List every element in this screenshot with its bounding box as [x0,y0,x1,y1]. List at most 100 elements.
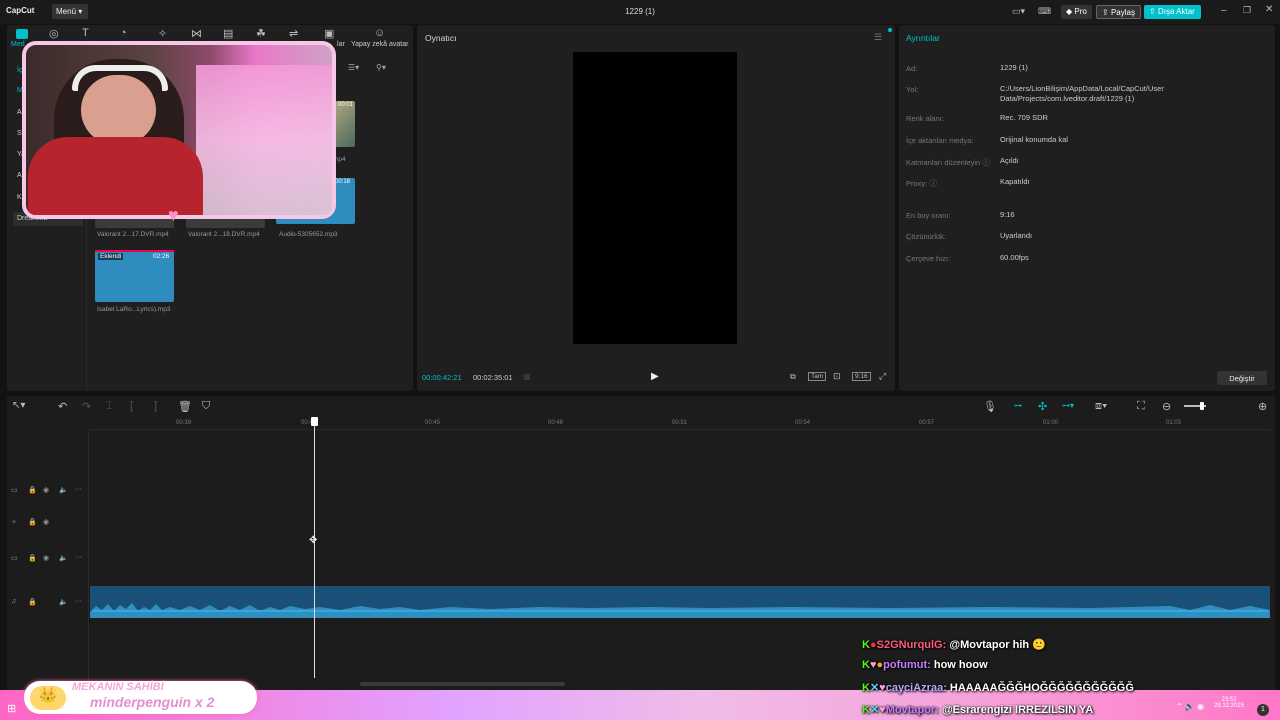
select-tool-icon[interactable]: ↖▾ [12,400,25,411]
fit-button[interactable]: Tam [808,372,827,381]
move-cursor-icon: ✥ [309,535,318,546]
details-title: Ayrıntılar [906,33,940,43]
playhead-handle[interactable] [311,417,318,426]
preview-axis-icon[interactable]: ⧈▾ [1095,400,1107,413]
templates-tab-icon[interactable]: ▣ [324,27,334,40]
lock-icon[interactable]: 🔒 [28,554,37,562]
audio-track-icon: ♫ [11,598,17,605]
record-audio-icon[interactable]: 🎙 [983,400,997,413]
volume-icon[interactable]: 🔈 [59,598,68,606]
detail-value-aspect-ratio: 9:16 [1000,210,1015,219]
timecode-icon[interactable]: ▦ [523,372,531,381]
detail-value-proxy: Kapatıldı [1000,177,1030,186]
marker-icon[interactable]: ⛉ [202,400,210,413]
windows-start-icon[interactable]: ⊞ [7,702,16,715]
modify-button[interactable]: Değiştir [1217,371,1267,385]
auto-snap-icon[interactable]: ✣ [1038,400,1047,413]
minimize-icon[interactable]: – [1221,5,1227,16]
effect-track-icon: ✧ [11,519,17,526]
media-duration-partial: 00:01 [338,102,354,108]
ruler-tick: 00:51 [672,420,688,426]
more-icon[interactable]: ··· [75,598,82,605]
adjust-tab-icon[interactable]: ⇌ [289,27,298,40]
kick-badge-icon: K [862,682,870,694]
ruler-tick: 00:57 [919,420,935,426]
filter-icon[interactable]: ⚲▾ [376,63,386,72]
crop-icon[interactable]: ⧉ [790,372,796,382]
track-header-divider [88,432,89,682]
media-duration: 02:26 [153,253,170,260]
volume-icon[interactable]: 🔈 [59,554,68,562]
main-track-magnet-icon[interactable]: ⊶ [1014,401,1022,410]
timeline-scrollbar[interactable] [360,682,565,686]
player-menu-icon[interactable]: ☰ [874,32,882,43]
play-button[interactable]: ▶ [651,371,659,382]
undo-icon[interactable]: ↶ [58,400,67,413]
detail-label-aspect-ratio: En boy oranı: [906,211,951,220]
notification-count[interactable]: 1 [1257,704,1269,716]
pro-button[interactable]: ◆ Pro [1061,5,1092,19]
delete-icon[interactable]: 🗑 [178,400,192,413]
media-name: Isabel LaRo...Lyrics).mp3 [97,306,171,313]
captions-tab-icon[interactable]: ▤ [223,27,233,40]
webcam-overlay [22,41,336,219]
eye-icon[interactable]: ◉ [43,554,49,562]
trim-left-icon[interactable]: [ [130,400,133,412]
banner-subtitle: minderpenguin x 2 [90,694,215,710]
share-button[interactable]: ⇪ Paylaş [1096,5,1141,19]
sort-icon[interactable]: ☰▾ [348,63,359,72]
more-icon[interactable]: ··· [75,486,82,493]
tray-icons[interactable]: ⌃ 🔈 ◉ [1176,702,1204,711]
title-bar: CapCut Menü ▾ 1229 (1) ▭▾ ⌨ ◆ Pro ⇪ Payl… [0,0,1280,24]
media-tab-icon[interactable] [16,29,28,39]
eye-icon[interactable]: ◉ [43,518,49,526]
kick-badge-icon: K [862,639,870,651]
detail-label-name: Ad: [906,64,918,73]
audio-volume-line[interactable] [92,610,1268,612]
video-track-icon: ▭ [11,555,18,562]
linkage-icon[interactable]: ⊶▾ [1062,401,1074,410]
chat-message: K✕♥Movtapor: @Esrarengizi IRREZILSIN YA [862,704,1094,716]
fit-timeline-icon[interactable]: ⛶ [1137,400,1145,413]
zoom-slider-handle[interactable] [1200,402,1204,410]
filters-tab-icon[interactable]: ☘ [256,27,266,40]
shortcut-icon[interactable]: ⌨ [1038,6,1051,17]
screenshot-icon[interactable]: ⊡ [833,371,841,382]
templates-tab-label: lar [337,41,345,48]
video-canvas[interactable] [573,52,737,344]
split-icon[interactable]: ⌶ [106,400,113,413]
audio-tab-icon[interactable]: ◎ [49,27,59,40]
volume-icon[interactable]: 🔈 [59,486,68,494]
more-icon[interactable]: ··· [75,554,82,561]
ai-avatar-icon[interactable]: ☺ [374,27,385,39]
zoom-in-icon[interactable]: ⊕ [1258,400,1267,413]
kick-badge-icon: K [862,659,870,671]
detail-label-imported-media: İçe aktarılan medya: [906,136,974,145]
audio-clip[interactable] [90,586,1270,618]
redo-icon[interactable]: ↷ [82,400,91,413]
close-icon[interactable]: ✕ [1265,4,1273,15]
fullscreen-icon[interactable]: ⤢ [879,371,886,382]
ruler-tick: 00:39 [176,420,192,426]
chat-message: K✕♥cayciAzraa: HAAAAAĞĞĞHOĞĞĞĞĞĞĞĞĞĞĞ [862,682,1134,694]
export-button[interactable]: ⇧ Dışa Aktar [1144,5,1201,19]
lock-icon[interactable]: 🔒 [28,598,37,606]
restore-icon[interactable]: ❐ [1243,5,1251,16]
detail-label-frame-rate: Çerçeve hızı: [906,254,951,263]
clock[interactable]: 23:52 29.12.2025 [1214,697,1244,709]
text-tab-icon[interactable]: T [82,27,89,39]
playhead[interactable] [314,424,315,678]
layout-icon[interactable]: ▭▾ [1012,6,1025,17]
zoom-out-icon[interactable]: ⊖ [1162,400,1171,413]
lock-icon[interactable]: 🔒 [28,518,37,526]
sticker-tab-icon[interactable]: ◔ [120,27,127,39]
ratio-button[interactable]: 9:16 [852,372,871,381]
timeline-panel [7,396,1275,696]
transitions-tab-icon[interactable]: ⋈ [191,27,202,40]
trim-right-icon[interactable]: ] [154,400,157,412]
effects-tab-icon[interactable]: ✧ [158,27,167,40]
lock-icon[interactable]: 🔒 [28,486,37,494]
eye-icon[interactable]: ◉ [43,486,49,494]
ai-avatar-label[interactable]: Yapay zekâ avatar [351,41,408,48]
detail-value-resolution: Uyarlandı [1000,231,1033,240]
